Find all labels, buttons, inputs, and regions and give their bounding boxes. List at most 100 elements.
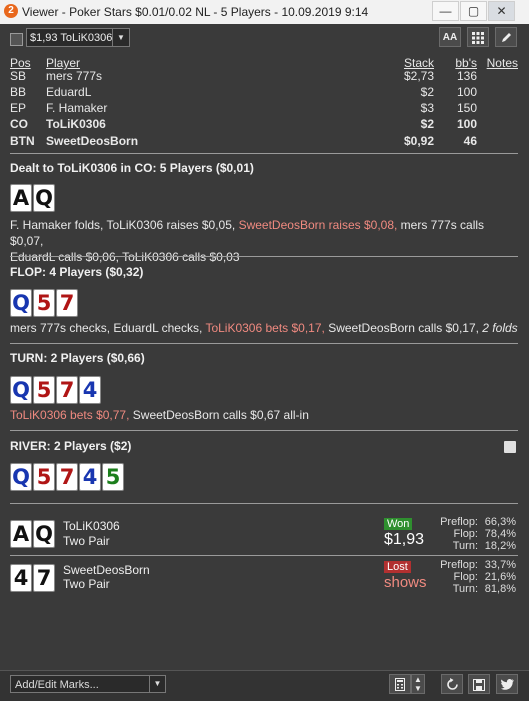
row-pos: EP bbox=[10, 101, 27, 115]
row-bbs: 100 bbox=[456, 117, 477, 131]
flop-action-text: mers 777s checks, EduardL checks, bbox=[10, 321, 206, 335]
card: 4 bbox=[79, 463, 101, 491]
turn-action-text: SweetDeosBorn calls $0,67 all-in bbox=[129, 408, 309, 422]
flop-folds-text: 2 folds bbox=[482, 321, 518, 335]
row-pos: SB bbox=[10, 69, 27, 83]
save-icon bbox=[473, 679, 485, 691]
minimize-button[interactable]: — bbox=[432, 1, 459, 21]
won-amount: $1,93 bbox=[384, 531, 425, 548]
chevron-down-icon[interactable]: ▼ bbox=[149, 676, 165, 692]
stat-label: Flop: bbox=[453, 528, 478, 540]
edit-button[interactable] bbox=[495, 27, 517, 47]
flop-title: FLOP: 4 Players ($0,32) bbox=[10, 265, 144, 279]
checkbox-icon[interactable] bbox=[10, 33, 23, 46]
card: Q bbox=[10, 463, 32, 491]
marks-placeholder: Add/Edit Marks... bbox=[15, 679, 99, 691]
card: 5 bbox=[33, 289, 55, 317]
stat-label: Preflop: bbox=[440, 559, 478, 571]
stat-value: 81,8% bbox=[484, 583, 516, 595]
stat-label: Turn: bbox=[452, 540, 478, 552]
row-stack: $2 bbox=[420, 85, 434, 99]
chevron-down-icon[interactable]: ▼ bbox=[414, 684, 422, 693]
hand-select-dropdown[interactable]: $1,93 ToLiK0306 ▼ bbox=[26, 28, 130, 47]
equity-stats: Preflop: 66,3% Flop: 78,4% Turn: 18,2% bbox=[440, 516, 516, 552]
summary-hand-rank: Two Pair bbox=[63, 534, 110, 548]
stat-value: 18,2% bbox=[484, 540, 516, 552]
row-stack: $2 bbox=[420, 117, 434, 131]
turn-actions: ToLiK0306 bets $0,77, SweetDeosBorn call… bbox=[10, 407, 520, 423]
row-player: F. Hamaker bbox=[46, 101, 108, 115]
card: 4 bbox=[79, 376, 101, 404]
pencil-icon bbox=[501, 33, 511, 42]
divider bbox=[10, 430, 518, 431]
preflop-highlight-action: SweetDeosBorn raises $0,08, bbox=[238, 218, 398, 232]
chevron-down-icon[interactable]: ▼ bbox=[112, 29, 129, 46]
table-row[interactable]: SB mers 777s $2,73 136 bbox=[10, 68, 520, 84]
row-pos: CO bbox=[10, 117, 28, 131]
summary-player-name: SweetDeosBorn bbox=[63, 563, 150, 577]
preflop-action-text: F. Hamaker folds, ToLiK0306 raises $0,05… bbox=[10, 218, 239, 232]
stat-label: Flop: bbox=[453, 571, 478, 583]
marks-dropdown[interactable]: Add/Edit Marks... ▼ bbox=[10, 675, 166, 693]
card: 7 bbox=[33, 564, 55, 592]
replay-button[interactable] bbox=[441, 674, 463, 694]
note-icon[interactable] bbox=[504, 441, 516, 453]
preflop-action-text: EduardL calls $0,06, ToLiK0306 calls $0,… bbox=[10, 250, 240, 264]
chevron-up-icon[interactable]: ▲ bbox=[414, 675, 422, 684]
equity-stats: Preflop: 33,7% Flop: 21,6% Turn: 81,8% bbox=[440, 559, 516, 595]
player-hand-cards: AQ bbox=[10, 520, 56, 548]
stat-value: 78,4% bbox=[484, 528, 516, 540]
table-row[interactable]: BB EduardL $2 100 bbox=[10, 84, 520, 100]
calculator-button[interactable] bbox=[389, 674, 411, 694]
card: Q bbox=[10, 289, 32, 317]
table-row[interactable]: BTN SweetDeosBorn $0,92 46 bbox=[10, 133, 520, 149]
row-player: ToLiK0306 bbox=[46, 117, 106, 131]
preflop-actions: F. Hamaker folds, ToLiK0306 raises $0,05… bbox=[10, 217, 520, 265]
close-button[interactable]: ✕ bbox=[488, 1, 515, 21]
font-size-button[interactable]: AA bbox=[439, 27, 461, 47]
replay-icon bbox=[446, 678, 458, 690]
row-bbs: 46 bbox=[463, 134, 477, 148]
divider bbox=[10, 343, 518, 344]
summary-player-name: ToLiK0306 bbox=[63, 519, 120, 533]
grid-button[interactable] bbox=[467, 27, 489, 47]
divider bbox=[10, 555, 518, 556]
card: 7 bbox=[56, 376, 78, 404]
row-stack: $0,92 bbox=[403, 134, 434, 148]
turn-highlight-action: ToLiK0306 bets $0,77, bbox=[10, 408, 130, 422]
flop-action-text: SweetDeosBorn calls $0,17, bbox=[324, 321, 483, 335]
row-stack: $3 bbox=[420, 101, 434, 115]
spin-button[interactable]: ▲ ▼ bbox=[411, 674, 425, 694]
row-pos: BB bbox=[10, 85, 27, 99]
save-button[interactable] bbox=[468, 674, 490, 694]
stat-value: 33,7% bbox=[484, 559, 516, 571]
lost-badge: Lost bbox=[384, 561, 411, 573]
card: A bbox=[10, 520, 32, 548]
card: Q bbox=[10, 376, 32, 404]
table-row[interactable]: EP F. Hamaker $3 150 bbox=[10, 100, 520, 116]
flop-cards: Q57 bbox=[10, 289, 79, 317]
twitter-button[interactable] bbox=[496, 674, 518, 694]
table-row[interactable]: CO ToLiK0306 $2 100 bbox=[10, 116, 520, 132]
player-hand-cards: 47 bbox=[10, 564, 56, 592]
window-title: Viewer - Poker Stars $0.01/0.02 NL - 5 P… bbox=[22, 5, 369, 19]
row-bbs: 100 bbox=[456, 85, 477, 99]
row-bbs: 150 bbox=[456, 101, 477, 115]
card: 7 bbox=[56, 463, 78, 491]
stat-label: Preflop: bbox=[440, 516, 478, 528]
card: A bbox=[10, 184, 32, 212]
hole-cards: AQ bbox=[10, 184, 56, 212]
stat-value: 66,3% bbox=[484, 516, 516, 528]
shows-text: shows bbox=[384, 574, 427, 591]
card: 5 bbox=[102, 463, 124, 491]
app-logo-icon: 2 bbox=[4, 4, 18, 18]
twitter-icon bbox=[500, 679, 514, 690]
hand-select-value: $1,93 ToLiK0306 bbox=[30, 32, 113, 44]
card: 5 bbox=[33, 463, 55, 491]
divider bbox=[10, 256, 518, 257]
row-pos: BTN bbox=[10, 134, 35, 148]
stat-value: 21,6% bbox=[484, 571, 516, 583]
card: Q bbox=[33, 184, 55, 212]
maximize-button[interactable]: ▢ bbox=[460, 1, 487, 21]
card: 4 bbox=[10, 564, 32, 592]
